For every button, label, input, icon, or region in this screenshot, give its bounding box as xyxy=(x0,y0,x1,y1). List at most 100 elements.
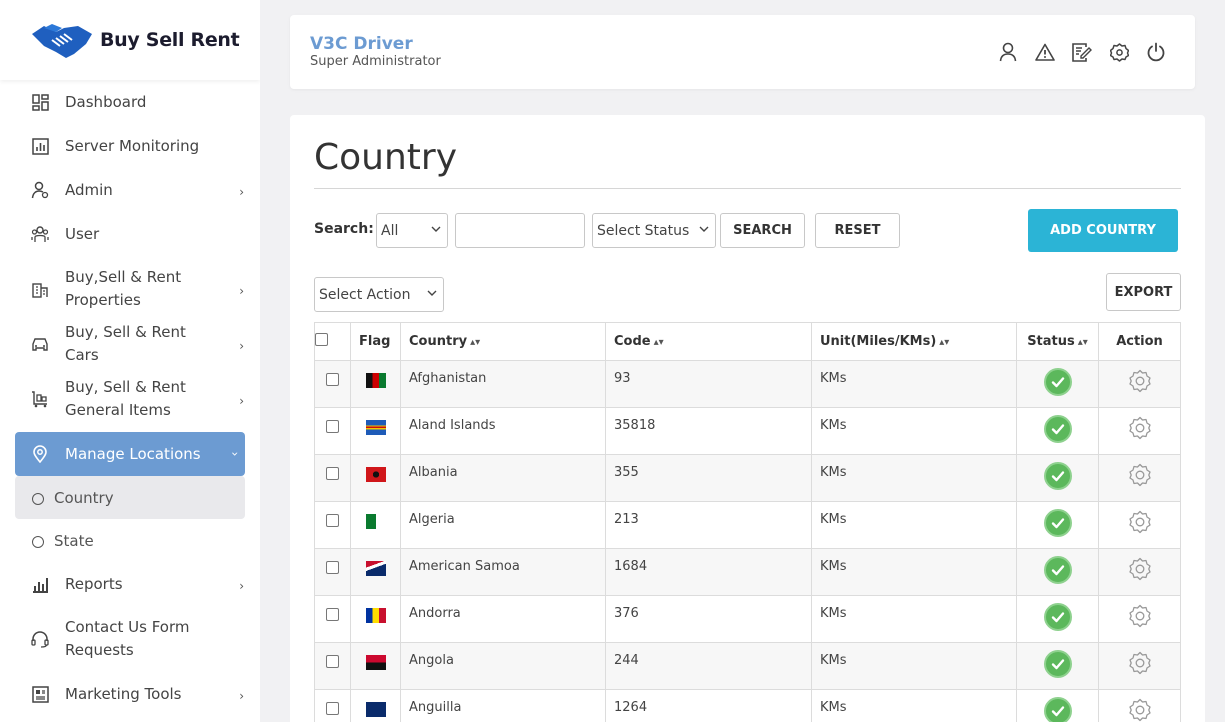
circle-bullet-icon xyxy=(32,493,44,505)
sidebar-item-server-monitoring[interactable]: Server Monitoring xyxy=(0,124,260,168)
country-flag-icon xyxy=(365,702,386,717)
dashboard-icon xyxy=(30,92,50,112)
flag-cell xyxy=(350,407,401,455)
headset-icon xyxy=(30,629,50,649)
country-name: American Samoa xyxy=(409,559,520,574)
unit-cell: KMs xyxy=(811,642,1017,690)
sidebar-item-contact-requests[interactable]: Contact Us Form Requests xyxy=(0,606,260,672)
status-active-icon[interactable] xyxy=(1043,603,1072,631)
power-icon[interactable] xyxy=(1145,41,1167,63)
row-checkbox[interactable] xyxy=(326,655,339,668)
country-code: 213 xyxy=(614,512,639,527)
column-label: Status xyxy=(1027,334,1075,349)
cart-icon xyxy=(30,389,50,409)
column-header-status[interactable]: Status ▴▾ xyxy=(1016,322,1099,361)
country-cell: Albania xyxy=(400,454,606,502)
top-header: V3C Driver Super Administrator xyxy=(290,15,1195,89)
country-flag-icon xyxy=(365,608,386,623)
select-all-checkbox[interactable] xyxy=(315,333,328,346)
edit-note-icon[interactable] xyxy=(1071,41,1093,63)
row-checkbox[interactable] xyxy=(326,608,339,621)
sort-icon: ▴▾ xyxy=(470,337,481,348)
sidebar-item-marketing-tools[interactable]: Marketing Tools › xyxy=(0,672,260,716)
gear-icon[interactable] xyxy=(1128,369,1152,397)
status-active-icon[interactable] xyxy=(1043,697,1072,722)
column-header-flag: Flag xyxy=(350,322,401,361)
profile-icon[interactable] xyxy=(997,41,1019,63)
table-row: Aland Islands 35818 KMs xyxy=(314,407,1181,455)
country-cell: American Samoa xyxy=(400,548,606,596)
row-checkbox[interactable] xyxy=(326,514,339,527)
alert-icon[interactable] xyxy=(1034,41,1056,63)
handshake-logo-icon xyxy=(32,24,92,58)
title-divider xyxy=(314,188,1181,189)
flag-cell xyxy=(350,454,401,502)
gear-icon[interactable] xyxy=(1128,416,1152,444)
add-country-button[interactable]: ADD COUNTRY xyxy=(1028,209,1178,252)
bulk-action-select[interactable]: Select Action xyxy=(314,277,444,312)
status-active-icon[interactable] xyxy=(1043,509,1072,537)
status-active-icon[interactable] xyxy=(1043,462,1072,490)
row-checkbox[interactable] xyxy=(326,561,339,574)
sidebar-subitem-country[interactable]: Country xyxy=(15,476,245,519)
gear-icon[interactable] xyxy=(1128,698,1152,722)
sidebar-item-reports[interactable]: Reports › xyxy=(0,562,260,606)
gear-icon[interactable] xyxy=(1128,463,1152,491)
sidebar-item-cars[interactable]: Buy, Sell & Rent Cars › xyxy=(0,322,260,366)
sidebar-item-label: Dashboard xyxy=(65,92,147,111)
action-cell xyxy=(1098,360,1181,408)
status-active-icon[interactable] xyxy=(1043,368,1072,396)
code-cell: 355 xyxy=(605,454,812,502)
table-row: Albania 355 KMs xyxy=(314,454,1181,502)
search-field-select[interactable]: All xyxy=(376,213,448,248)
column-header-country[interactable]: Country ▴▾ xyxy=(400,322,606,361)
action-cell xyxy=(1098,689,1181,722)
unit-cell: KMs xyxy=(811,501,1017,549)
row-checkbox[interactable] xyxy=(326,420,339,433)
gear-icon[interactable] xyxy=(1128,651,1152,679)
country-name: Algeria xyxy=(409,512,455,527)
gear-icon[interactable] xyxy=(1128,510,1152,538)
status-active-icon[interactable] xyxy=(1043,650,1072,678)
export-button[interactable]: EXPORT xyxy=(1106,273,1181,311)
sidebar-item-general-items[interactable]: Buy, Sell & Rent General Items › xyxy=(0,366,260,432)
column-header-code[interactable]: Code ▴▾ xyxy=(605,322,812,361)
chevron-down-icon: › xyxy=(228,451,243,457)
row-checkbox[interactable] xyxy=(326,373,339,386)
row-checkbox[interactable] xyxy=(326,467,339,480)
sort-icon: ▴▾ xyxy=(653,337,664,348)
gear-icon[interactable] xyxy=(1128,557,1152,585)
status-select[interactable]: Select Status xyxy=(592,213,716,248)
sidebar-item-properties[interactable]: Buy,Sell & Rent Properties › xyxy=(0,256,260,322)
status-active-icon[interactable] xyxy=(1043,415,1072,443)
flag-cell xyxy=(350,595,401,643)
settings-icon[interactable] xyxy=(1108,41,1130,63)
country-cell: Afghanistan xyxy=(400,360,606,408)
country-cell: Angola xyxy=(400,642,606,690)
sidebar-item-admin[interactable]: Admin › xyxy=(0,168,260,212)
action-cell xyxy=(1098,595,1181,643)
row-checkbox[interactable] xyxy=(326,702,339,715)
sidebar-item-label: Buy,Sell & Rent Properties xyxy=(65,268,182,309)
row-select-cell xyxy=(314,689,351,722)
reset-button[interactable]: RESET xyxy=(815,213,900,248)
country-name: Aland Islands xyxy=(409,418,496,433)
sidebar-item-manage-locations[interactable]: Manage Locations › xyxy=(15,432,245,476)
search-button[interactable]: SEARCH xyxy=(720,213,805,248)
chevron-right-icon: › xyxy=(239,688,244,703)
sidebar-item-user[interactable]: User xyxy=(0,212,260,256)
column-header-unit[interactable]: Unit(Miles/KMs) ▴▾ xyxy=(811,322,1017,361)
sidebar-subitem-state[interactable]: State xyxy=(0,519,260,562)
sidebar-item-dashboard[interactable]: Dashboard xyxy=(0,80,260,124)
sidebar-item-label: Marketing Tools xyxy=(65,684,182,703)
distance-unit: KMs xyxy=(820,559,847,574)
brand-logo[interactable]: Buy Sell Rent xyxy=(0,0,260,80)
car-icon xyxy=(30,334,50,354)
search-input[interactable] xyxy=(455,213,585,248)
chevron-right-icon: › xyxy=(239,338,244,353)
table-row: Anguilla 1264 KMs xyxy=(314,689,1181,722)
gear-icon[interactable] xyxy=(1128,604,1152,632)
code-cell: 244 xyxy=(605,642,812,690)
action-cell xyxy=(1098,548,1181,596)
status-active-icon[interactable] xyxy=(1043,556,1072,584)
